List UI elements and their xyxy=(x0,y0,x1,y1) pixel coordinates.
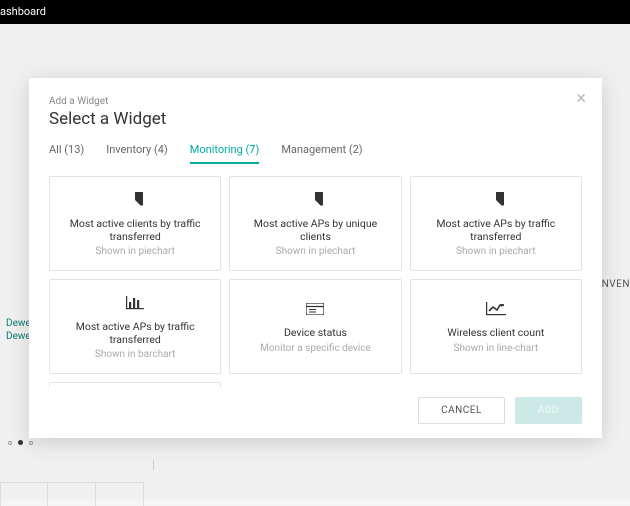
widget-title: Wireless client count xyxy=(447,327,544,340)
widget-subtitle: Shown in piechart xyxy=(276,246,356,257)
modal-footer: CANCEL ADD xyxy=(49,387,582,424)
close-icon[interactable]: × xyxy=(576,88,586,109)
widget-grid: Most active clients by traffic transferr… xyxy=(49,176,582,374)
widget-card[interactable]: Most active APs by unique clients Shown … xyxy=(229,176,401,271)
bottom-box xyxy=(96,482,144,506)
widget-card[interactable]: Most active APs by traffic transferred S… xyxy=(49,279,221,374)
right-label: INVEN xyxy=(598,279,630,290)
pager-prev-icon[interactable] xyxy=(8,441,12,445)
widget-card[interactable]: Wireless client count Shown in line-char… xyxy=(410,279,582,374)
widget-subtitle: Shown in piechart xyxy=(95,246,175,257)
separator xyxy=(153,460,154,470)
add-button[interactable]: ADD xyxy=(515,397,582,424)
line-chart-icon xyxy=(486,299,506,319)
widget-title: Most active APs by traffic transferred xyxy=(419,218,573,243)
modal-title: Select a Widget xyxy=(49,109,582,129)
widget-card[interactable]: Most active clients by traffic transferr… xyxy=(49,176,221,271)
tab-monitoring[interactable]: Monitoring (7) xyxy=(190,143,260,164)
bar-chart-icon xyxy=(126,293,144,313)
bottom-tabs xyxy=(0,482,144,506)
widget-card[interactable]: Most active APs by traffic transferred S… xyxy=(410,176,582,271)
pie-chart-icon xyxy=(127,190,143,210)
tab-inventory[interactable]: Inventory (4) xyxy=(106,143,168,164)
widget-title: Most active APs by traffic transferred xyxy=(58,321,212,346)
widget-card[interactable]: Device status Monitor a specific device xyxy=(229,279,401,374)
breadcrumb: Add a Widget xyxy=(49,96,582,107)
pager xyxy=(8,440,33,445)
cancel-button[interactable]: CANCEL xyxy=(418,397,505,424)
widget-grid-wrap: Most active clients by traffic transferr… xyxy=(49,164,582,387)
widget-subtitle: Shown in piechart xyxy=(456,246,536,257)
widget-title: Most active APs by unique clients xyxy=(238,218,392,243)
topbar: ashboard xyxy=(0,0,630,24)
tab-management[interactable]: Management (2) xyxy=(281,143,362,164)
widget-subtitle: Shown in line-chart xyxy=(454,343,539,354)
pie-chart-icon xyxy=(307,190,323,210)
bottom-box xyxy=(48,482,96,506)
pie-chart-icon xyxy=(488,190,504,210)
bottom-box xyxy=(0,482,48,506)
pager-dot[interactable] xyxy=(18,440,23,445)
device-icon xyxy=(306,299,324,319)
widget-title: Most active clients by traffic transferr… xyxy=(58,218,212,243)
widget-subtitle: Shown in barchart xyxy=(95,349,176,360)
tab-all[interactable]: All (13) xyxy=(49,143,84,164)
pager-next-icon[interactable] xyxy=(29,441,33,445)
tabs: All (13) Inventory (4) Monitoring (7) Ma… xyxy=(49,143,582,164)
widget-subtitle: Monitor a specific device xyxy=(260,343,371,354)
page-context: ashboard xyxy=(0,5,46,18)
widget-title: Device status xyxy=(284,327,347,340)
select-widget-modal: × Add a Widget Select a Widget All (13) … xyxy=(29,78,602,438)
